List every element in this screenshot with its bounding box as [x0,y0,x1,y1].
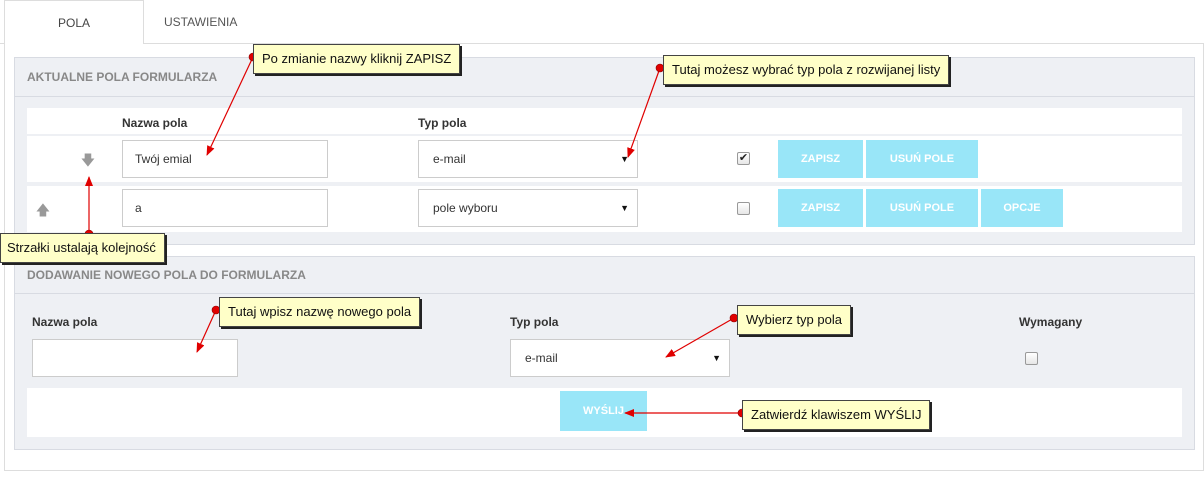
arrow-line-rename [206,56,254,156]
callout-order: Strzałki ustalają kolejność [0,233,165,263]
callout-new-name: Tutaj wpisz nazwę nowego pola [219,297,421,327]
arrow-line-new-type [665,317,735,358]
annotation-arrows [84,52,747,418]
arrow-line-type [627,67,661,158]
callout-submit: Zatwierdź klawiszem WYŚLIJ [742,400,931,430]
callout-rename: Po zmianie nazwy kliknij ZAPISZ [253,44,461,74]
arrow-line-new-name [196,309,217,353]
callout-new-type: Wybierz typ pola [737,305,851,335]
callout-type-select: Tutaj możesz wybrać typ pola z rozwijane… [663,55,950,85]
